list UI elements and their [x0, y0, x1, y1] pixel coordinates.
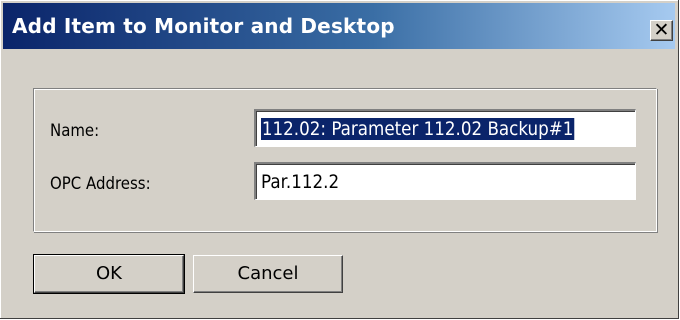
name-field-value: 112.02: Parameter 112.02 Backup#1 — [261, 118, 575, 140]
close-icon: ✕ — [653, 19, 670, 41]
title-bar[interactable]: Add Item to Monitor and Desktop ✕ — [3, 3, 675, 49]
ok-button[interactable]: OK — [33, 254, 185, 294]
name-field[interactable]: 112.02: Parameter 112.02 Backup#1 — [254, 109, 636, 147]
opc-address-field[interactable]: Par.112.2 — [254, 162, 636, 200]
cancel-button-label: Cancel — [237, 263, 299, 284]
opc-address-field-value: Par.112.2 — [261, 171, 340, 193]
close-button[interactable]: ✕ — [650, 20, 673, 41]
ok-button-label: OK — [96, 263, 122, 284]
name-label: Name: — [50, 121, 100, 141]
window-title: Add Item to Monitor and Desktop — [12, 14, 395, 38]
add-item-dialog: Add Item to Monitor and Desktop ✕ Name: … — [0, 0, 679, 319]
opc-address-label: OPC Address: — [50, 174, 151, 194]
cancel-button[interactable]: Cancel — [193, 255, 343, 293]
